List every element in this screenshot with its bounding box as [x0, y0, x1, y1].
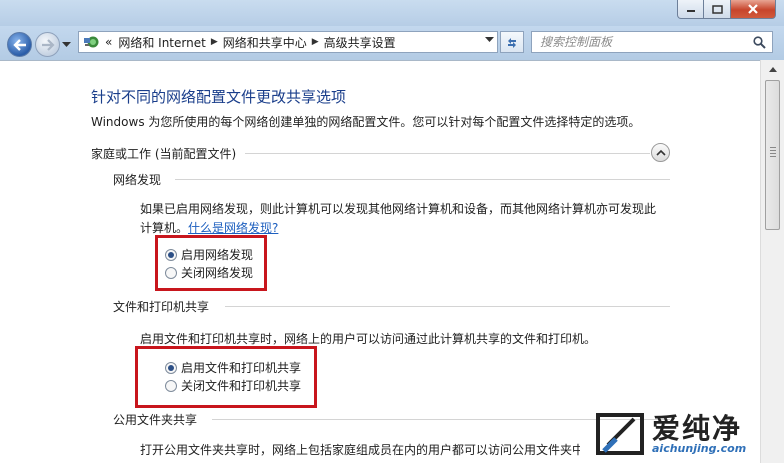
arrow-right-icon	[41, 38, 55, 51]
file-printer-sharing-heading: 文件和打印机共享	[113, 300, 210, 314]
window-titlebar	[0, 0, 784, 26]
radio-label: 关闭网络发现	[181, 266, 254, 280]
content-pane: 针对不同的网络配置文件更改共享选项 Windows 为您所使用的每个网络创建单独…	[0, 60, 760, 463]
close-button[interactable]	[731, 0, 776, 19]
file-printer-sharing-divider	[225, 306, 670, 307]
radio-enable-file-printer-sharing[interactable]: 启用文件和打印机共享	[165, 359, 301, 376]
radio-label: 启用网络发现	[181, 248, 254, 262]
address-history-dropdown-icon[interactable]	[485, 37, 494, 43]
vertical-scrollbar[interactable]	[760, 60, 784, 463]
public-folder-sharing-heading: 公用文件夹共享	[113, 413, 198, 427]
watermark-url: aichunjing.com	[652, 442, 747, 455]
recent-pages-dropdown-icon[interactable]	[62, 42, 71, 48]
page-title: 针对不同的网络配置文件更改共享选项	[91, 88, 347, 106]
breadcrumb: « 网络和 Internet ▶ 网络和共享中心 ▶ 高级共享设置	[105, 34, 396, 51]
forward-button[interactable]	[35, 32, 60, 57]
radio-selected-dot	[168, 364, 174, 371]
network-discovery-text-prefix: 计算机。	[140, 221, 189, 235]
page-description: Windows 为您所使用的每个网络创建单独的网络配置文件。您可以针对每个配置文…	[91, 115, 641, 129]
profile-divider	[245, 153, 650, 154]
collapse-profile-button[interactable]	[651, 143, 670, 162]
refresh-icon	[508, 38, 516, 48]
arrow-left-icon	[12, 38, 26, 51]
radio-disable-file-printer-sharing[interactable]: 关闭文件和打印机共享	[165, 377, 301, 394]
back-button[interactable]	[7, 32, 32, 57]
public-folder-sharing-description: 打开公用文件夹共享时，网络上包括家庭组成员在内的用户都可以访问公用文件夹中的	[140, 443, 580, 457]
scrollbar-thumb[interactable]	[765, 80, 780, 230]
breadcrumb-separator-icon[interactable]: ▶	[211, 37, 218, 47]
radio-button[interactable]	[165, 248, 177, 261]
network-icon	[84, 36, 99, 48]
watermark-logo	[596, 413, 644, 455]
network-discovery-divider	[175, 179, 670, 180]
search-input[interactable]	[532, 32, 742, 52]
radio-button[interactable]	[165, 361, 177, 374]
network-discovery-text-line1: 如果已启用网络发现，则此计算机可以发现其他网络计算机和设备，而其他网络计算机亦可…	[140, 202, 657, 216]
refresh-button[interactable]	[500, 31, 524, 53]
search-box[interactable]	[531, 31, 773, 53]
close-icon	[748, 4, 758, 14]
breadcrumb-overflow[interactable]: «	[105, 35, 112, 49]
network-discovery-description: 如果已启用网络发现，则此计算机可以发现其他网络计算机和设备，而其他网络计算机亦可…	[140, 200, 656, 238]
address-bar[interactable]: « 网络和 Internet ▶ 网络和共享中心 ▶ 高级共享设置	[78, 31, 498, 53]
minimize-button[interactable]	[677, 0, 704, 19]
scroll-up-arrow-icon	[768, 67, 777, 72]
breadcrumb-item-network-internet[interactable]: 网络和 Internet	[118, 34, 205, 51]
search-icon[interactable]	[753, 36, 766, 49]
scrollbar-grip-icon	[770, 147, 776, 159]
radio-disable-network-discovery[interactable]: 关闭网络发现	[165, 264, 253, 281]
scroll-up-button[interactable]	[765, 62, 780, 77]
maximize-button[interactable]	[704, 0, 731, 19]
radio-selected-dot	[168, 251, 174, 258]
radio-enable-network-discovery[interactable]: 启用网络发现	[165, 246, 253, 263]
radio-button[interactable]	[165, 379, 177, 392]
maximize-icon	[711, 4, 723, 14]
breadcrumb-item-network-sharing-center[interactable]: 网络和共享中心	[223, 34, 307, 51]
radio-label: 启用文件和打印机共享	[181, 361, 302, 375]
chevron-up-icon	[655, 149, 666, 156]
breadcrumb-item-advanced-sharing[interactable]: 高级共享设置	[324, 34, 396, 51]
network-discovery-heading: 网络发现	[113, 173, 162, 187]
watermark-brand: 爱纯净	[652, 412, 743, 445]
profile-header: 家庭或工作 (当前配置文件)	[91, 147, 237, 161]
highlight-box	[155, 235, 267, 291]
radio-label: 关闭文件和打印机共享	[181, 379, 302, 393]
window-controls	[677, 0, 776, 19]
breadcrumb-separator-icon[interactable]: ▶	[312, 37, 319, 47]
watermark: 爱纯净 aichunjing.com	[594, 407, 779, 463]
what-is-network-discovery-link[interactable]: 什么是网络发现?	[188, 221, 278, 235]
radio-button[interactable]	[165, 266, 177, 279]
minimize-icon	[686, 10, 695, 12]
